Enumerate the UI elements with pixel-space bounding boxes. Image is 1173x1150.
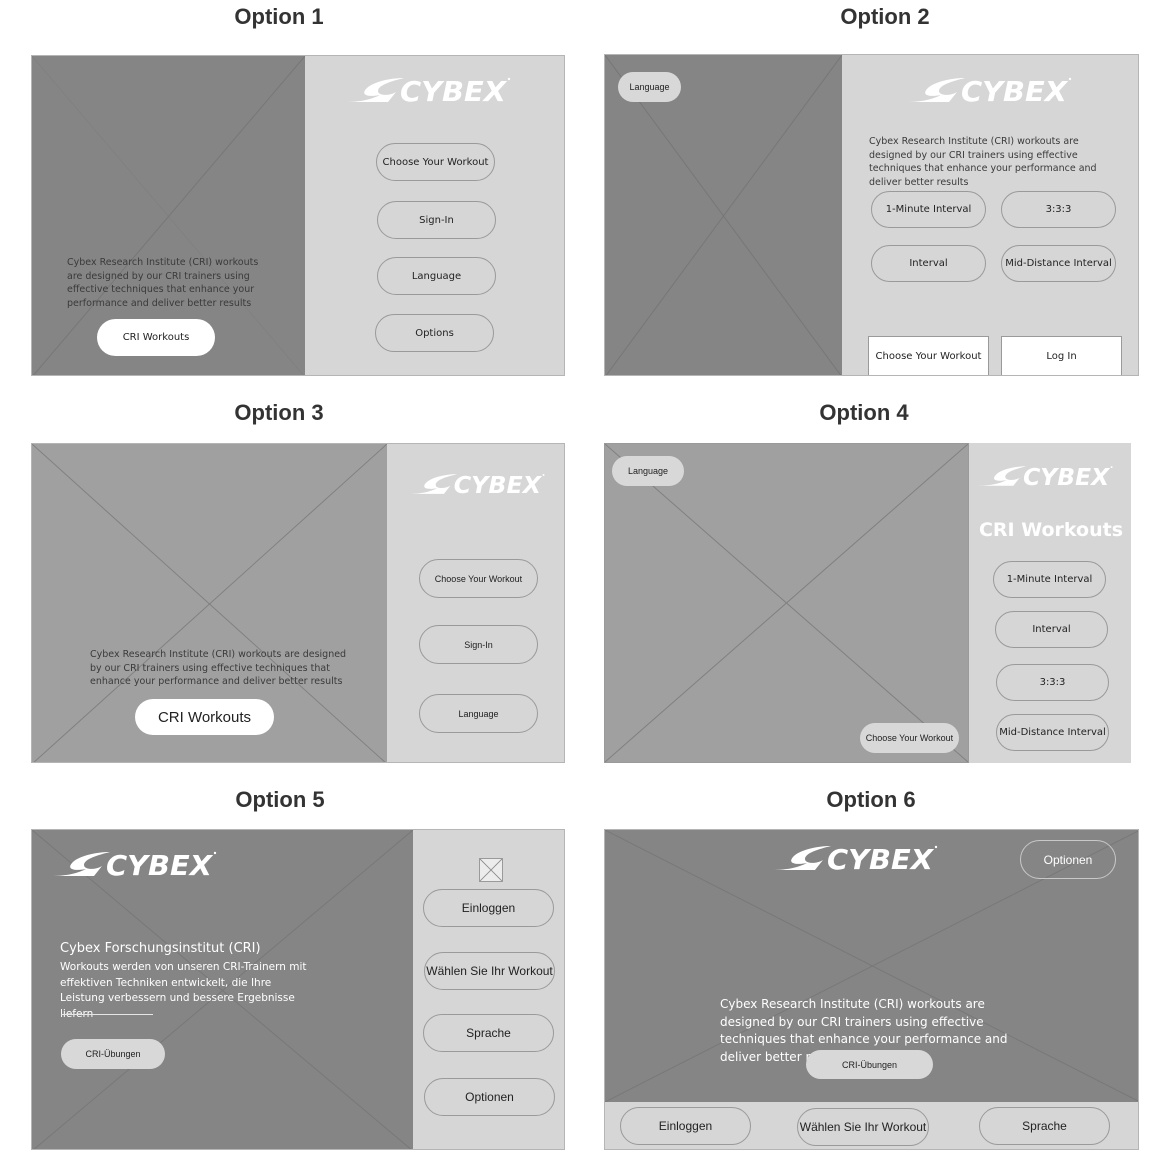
cybex-logo: CYBEX [48, 848, 218, 882]
choose-workout-button[interactable]: Choose Your Workout [868, 336, 989, 375]
cri-workouts-heading: CRI Workouts [978, 519, 1124, 541]
workout-1-minute-interval[interactable]: 1-Minute Interval [993, 561, 1106, 598]
language-button[interactable]: Language [377, 257, 496, 295]
choose-workout-button[interactable]: Choose Your Workout [860, 723, 959, 753]
log-in-button[interactable]: Log In [1001, 336, 1122, 375]
option-1-title: Option 1 [234, 4, 324, 29]
option-6-mockup: CYBEX Optionen Cybex Research Institute … [604, 829, 1139, 1150]
language-button[interactable]: Language [612, 456, 684, 486]
option-4-mockup: Language Choose Your Workout CYBEX CRI W… [604, 443, 1131, 763]
language-button[interactable]: Language [419, 694, 538, 733]
cri-workouts-button[interactable]: CRI Workouts [97, 319, 215, 356]
options-button[interactable]: Options [375, 314, 494, 352]
option-4-title: Option 4 [819, 400, 909, 425]
sign-in-button[interactable]: Sign-In [419, 625, 538, 664]
option-3-title: Option 3 [234, 400, 324, 425]
sprache-button[interactable]: Sprache [423, 1014, 554, 1052]
workout-3-3-3[interactable]: 3:3:3 [1001, 191, 1116, 228]
einloggen-button[interactable]: Einloggen [423, 889, 554, 927]
workout-interval[interactable]: Interval [871, 245, 986, 282]
choose-workout-button[interactable]: Wählen Sie Ihr Workout [797, 1108, 929, 1146]
option-2-mockup: Language CYBEX Cybex Research Institute … [604, 54, 1139, 376]
einloggen-button[interactable]: Einloggen [620, 1107, 751, 1145]
workout-mid-distance-interval[interactable]: Mid-Distance Interval [1001, 245, 1116, 282]
cybex-logo: CYBEX [342, 74, 512, 108]
choose-workout-button[interactable]: Wählen Sie Ihr Workout [424, 952, 555, 990]
svg-text:CYBEX: CYBEX [827, 843, 934, 874]
workout-1-minute-interval[interactable]: 1-Minute Interval [871, 191, 986, 228]
choose-workout-button[interactable]: Choose Your Workout [419, 559, 538, 598]
cybex-logo: CYBEX [903, 74, 1073, 108]
svg-text:CYBEX: CYBEX [454, 473, 543, 498]
cri-workouts-button[interactable]: CRI Workouts [135, 699, 274, 735]
divider [61, 1014, 153, 1015]
cri-description: Cybex Research Institute (CRI) workouts … [67, 257, 259, 309]
choose-workout-button[interactable]: Choose Your Workout [376, 143, 495, 181]
cri-description: Cybex Research Institute (CRI) workouts … [90, 649, 347, 687]
cybex-logo: CYBEX [769, 842, 939, 876]
optionen-button[interactable]: Optionen [424, 1078, 555, 1116]
option-2-title: Option 2 [840, 4, 930, 29]
image-placeholder [604, 443, 969, 763]
cri-description: Cybex Research Institute (CRI) workouts … [869, 136, 1097, 188]
cri-uebungen-button[interactable]: CRI-Übungen [61, 1039, 165, 1069]
svg-text:CYBEX: CYBEX [1023, 465, 1111, 489]
cri-description: Workouts werden von unseren CRI-Trainern… [60, 961, 307, 1020]
cri-uebungen-button[interactable]: CRI-Übungen [806, 1050, 933, 1079]
cybex-logo: CYBEX [976, 463, 1114, 491]
cri-heading: Cybex Forschungsinstitut (CRI) [60, 941, 261, 956]
option-6-title: Option 6 [826, 787, 916, 812]
image-placeholder [605, 55, 842, 375]
option-5-mockup: CYBEX Cybex Forschungsinstitut (CRI) Wor… [31, 829, 565, 1150]
workout-mid-distance-interval[interactable]: Mid-Distance Interval [996, 714, 1109, 751]
sign-in-button[interactable]: Sign-In [377, 201, 496, 239]
language-button[interactable]: Language [618, 72, 681, 102]
sprache-button[interactable]: Sprache [979, 1107, 1110, 1145]
option-1-mockup: CYBEX Cybex Research Institute (CRI) wor… [31, 55, 565, 376]
workout-3-3-3[interactable]: 3:3:3 [996, 664, 1109, 701]
option-3-mockup: CYBEX Cybex Research Institute (CRI) wor… [31, 443, 565, 763]
svg-text:CYBEX: CYBEX [961, 75, 1068, 106]
svg-text:CYBEX: CYBEX [400, 75, 507, 106]
workout-interval[interactable]: Interval [995, 611, 1108, 648]
cybex-logo: CYBEX [406, 470, 546, 499]
image-icon [479, 858, 503, 882]
optionen-button[interactable]: Optionen [1020, 840, 1116, 879]
option-5-title: Option 5 [235, 787, 325, 812]
svg-text:CYBEX: CYBEX [106, 849, 213, 880]
